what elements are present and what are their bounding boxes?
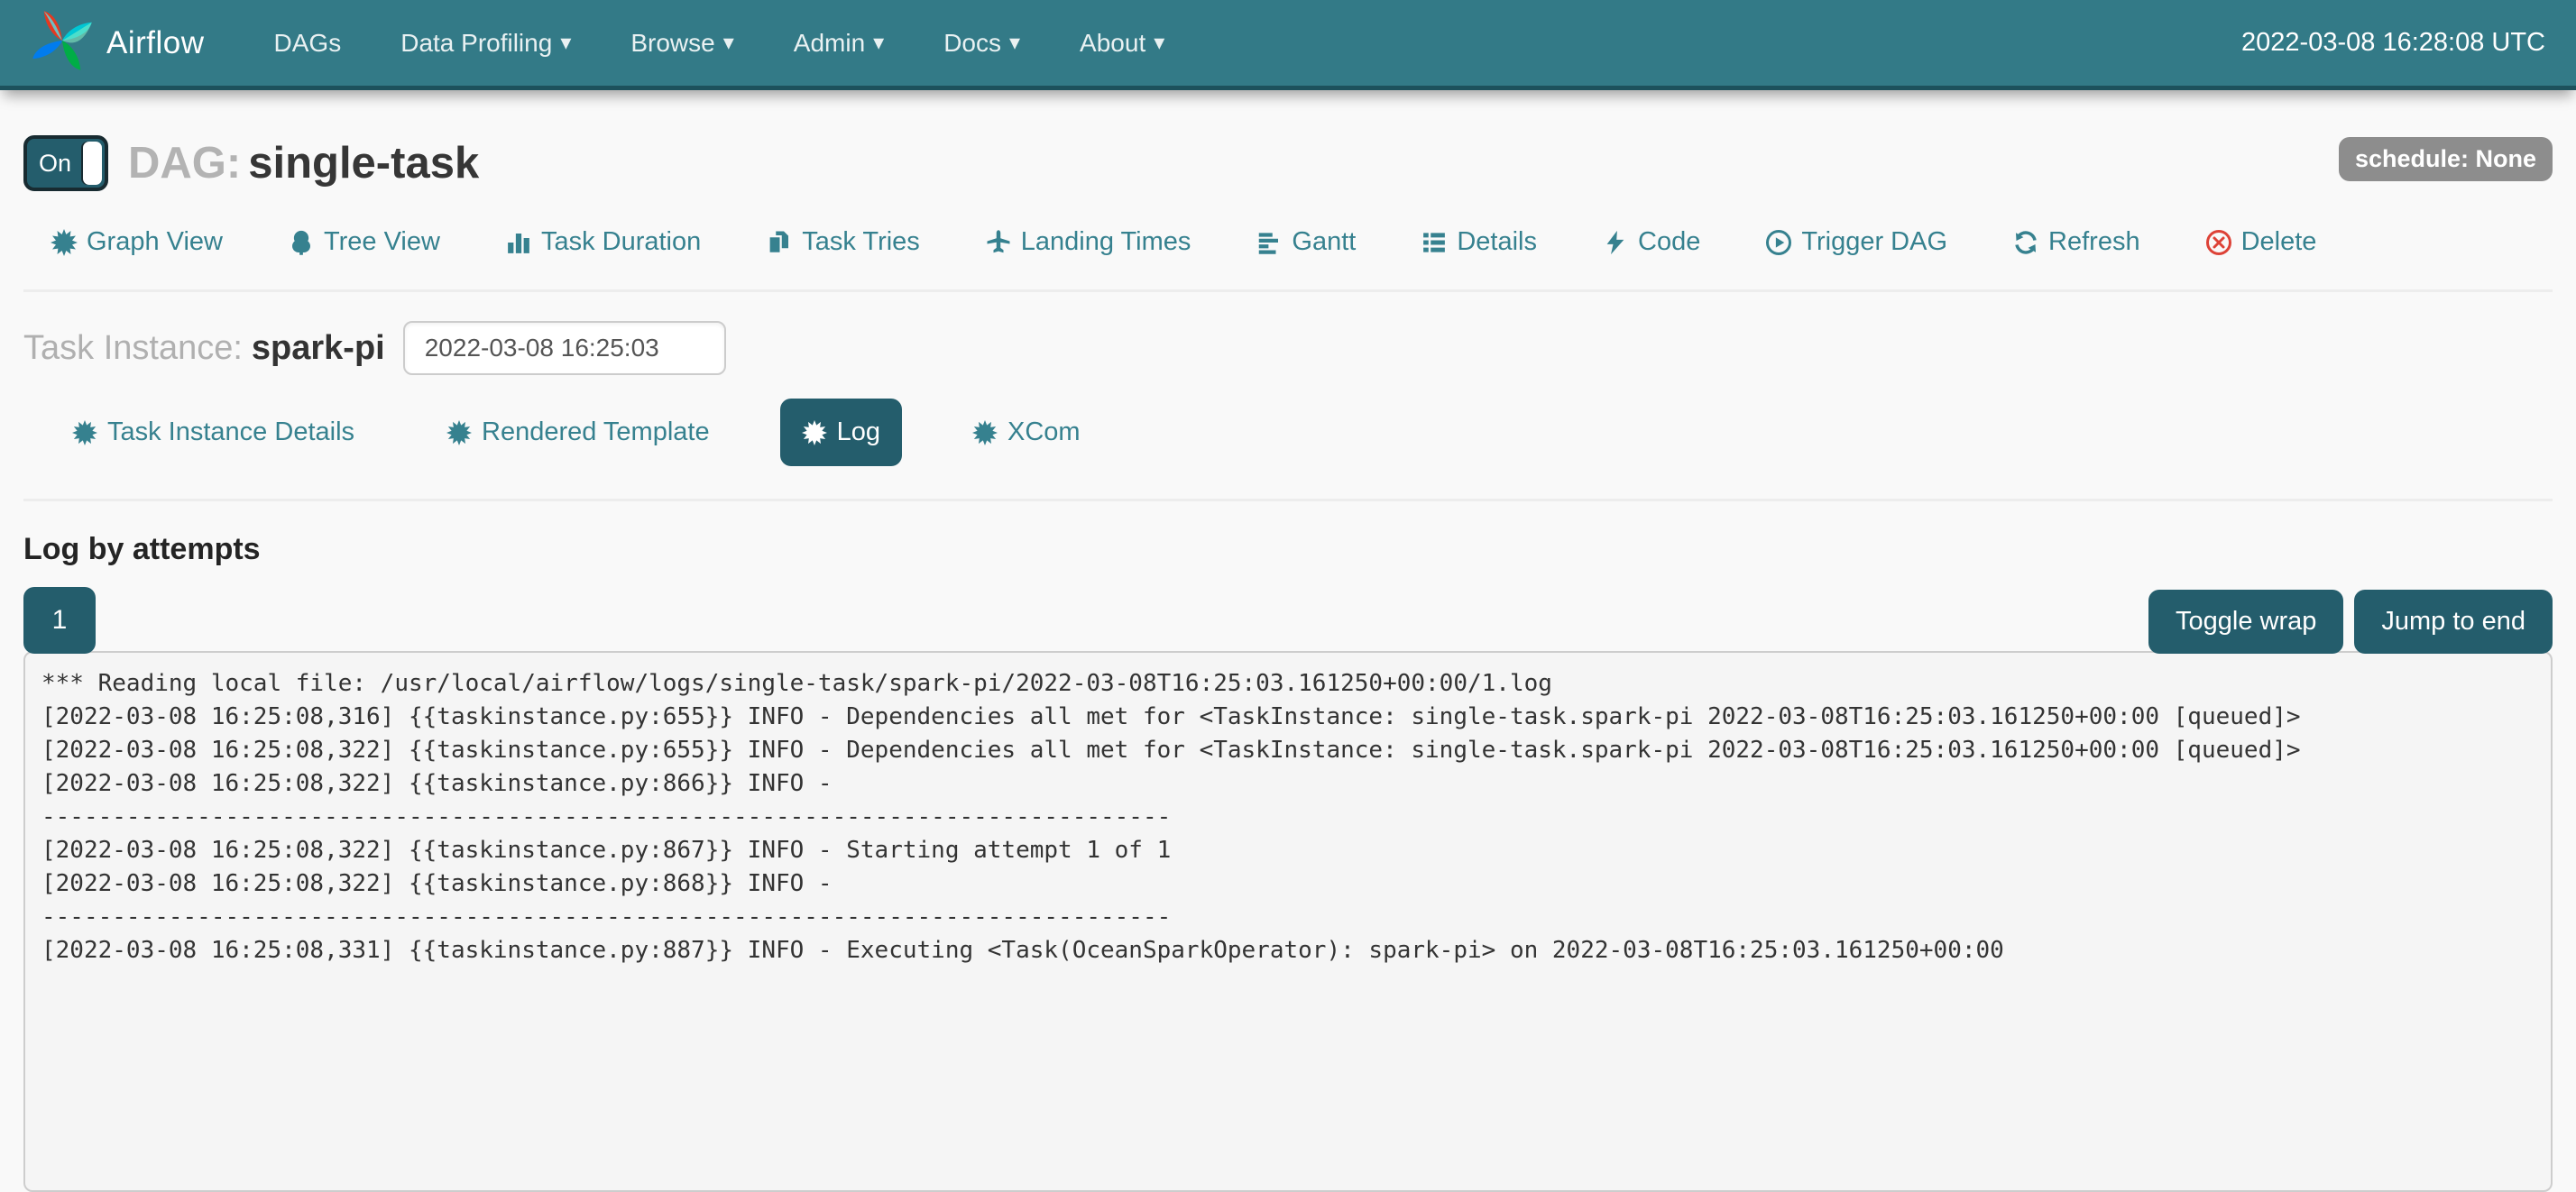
button-label: Task Instance Details <box>107 417 354 447</box>
view-link-trigger-dag[interactable]: Trigger DAG <box>1765 227 1947 257</box>
button-label: Rendered Template <box>482 417 710 447</box>
attempt-1-tab[interactable]: 1 <box>23 587 96 654</box>
nav-item-label: Docs <box>943 29 1001 58</box>
remove-circle-icon <box>2205 229 2232 256</box>
log-line: [2022-03-08 16:25:08,322] {{taskinstance… <box>41 867 2535 901</box>
view-link-label: Refresh <box>2048 227 2140 257</box>
rendered-template-button[interactable]: Rendered Template <box>425 399 731 466</box>
view-link-label: Gantt <box>1292 227 1356 257</box>
nav-item-label: Data Profiling <box>400 29 552 58</box>
certificate-icon <box>51 229 78 256</box>
view-link-graph-view[interactable]: Graph View <box>51 227 223 257</box>
align-left-icon <box>1256 229 1283 256</box>
log-line: [2022-03-08 16:25:08,316] {{taskinstance… <box>41 701 2535 734</box>
log-line: [2022-03-08 16:25:08,322] {{taskinstance… <box>41 734 2535 767</box>
view-link-label: Task Duration <box>541 227 701 257</box>
toggle-wrap-button[interactable]: Toggle wrap <box>2148 590 2343 654</box>
log-output[interactable]: *** Reading local file: /usr/local/airfl… <box>23 651 2553 1192</box>
list-icon <box>1421 229 1448 256</box>
xcom-button[interactable]: XCom <box>951 399 1102 466</box>
certificate-icon <box>72 420 97 445</box>
dag-pause-toggle[interactable]: On <box>23 135 108 191</box>
schedule-badge: schedule: None <box>2339 137 2553 181</box>
view-link-label: Task Tries <box>802 227 920 257</box>
plane-icon <box>985 229 1012 256</box>
log-by-attempts-heading: Log by attempts <box>23 532 2553 567</box>
view-link-label: Details <box>1457 227 1537 257</box>
chevron-down-icon: ▾ <box>723 32 734 54</box>
nav-menu: DAGs Data Profiling ▾ Browse ▾ Admin ▾ D… <box>244 0 1195 86</box>
dag-header: On DAG:single-task schedule: None <box>23 135 2553 191</box>
certificate-icon <box>972 420 998 445</box>
view-link-label: Code <box>1638 227 1700 257</box>
nav-item-about[interactable]: About ▾ <box>1050 0 1194 86</box>
log-line: [2022-03-08 16:25:08,331] {{taskinstance… <box>41 934 2535 967</box>
nav-item-data-profiling[interactable]: Data Profiling ▾ <box>371 0 601 86</box>
log-line: [2022-03-08 16:25:08,322] {{taskinstance… <box>41 834 2535 867</box>
log-toolbar: 1 Toggle wrap Jump to end <box>23 587 2553 654</box>
nav-item-label: About <box>1080 29 1145 58</box>
utc-clock: 2022-03-08 16:28:08 UTC <box>2241 28 2549 58</box>
chevron-down-icon: ▾ <box>560 32 571 54</box>
chevron-down-icon: ▾ <box>1154 32 1164 54</box>
airflow-logo-icon <box>27 5 97 80</box>
task-instance-header: Task Instance: spark-pi <box>23 321 2553 375</box>
button-label: XCom <box>1007 417 1081 447</box>
view-link-delete[interactable]: Delete <box>2205 227 2317 257</box>
log-line: *** Reading local file: /usr/local/airfl… <box>41 667 2535 701</box>
nav-item-browse[interactable]: Browse ▾ <box>601 0 763 86</box>
divider <box>23 289 2553 292</box>
jump-to-end-button[interactable]: Jump to end <box>2354 590 2553 654</box>
dag-name: single-task <box>248 139 479 188</box>
task-instance-label: Task Instance: <box>23 329 243 368</box>
chevron-down-icon: ▾ <box>1009 32 1020 54</box>
view-link-label: Graph View <box>87 227 223 257</box>
nav-item-docs[interactable]: Docs ▾ <box>914 0 1050 86</box>
view-link-label: Landing Times <box>1021 227 1191 257</box>
nav-item-label: DAGs <box>274 29 342 58</box>
nav-item-label: Browse <box>630 29 714 58</box>
toggle-knob <box>83 142 102 185</box>
log-line: [2022-03-08 16:25:08,322] {{taskinstance… <box>41 767 2535 801</box>
view-link-task-tries[interactable]: Task Tries <box>766 227 920 257</box>
view-link-task-duration[interactable]: Task Duration <box>505 227 701 257</box>
view-link-landing-times[interactable]: Landing Times <box>985 227 1191 257</box>
divider <box>23 499 2553 501</box>
view-link-label: Trigger DAG <box>1801 227 1947 257</box>
play-circle-icon <box>1765 229 1792 256</box>
log-line: ----------------------------------------… <box>41 801 2535 834</box>
refresh-icon <box>2012 229 2039 256</box>
bolt-icon <box>1602 229 1629 256</box>
certificate-icon <box>446 420 472 445</box>
bar-chart-icon <box>505 229 532 256</box>
task-instance-name: spark-pi <box>252 329 385 368</box>
toggle-on-label: On <box>27 150 71 178</box>
view-link-label: Delete <box>2241 227 2317 257</box>
page-title: DAG:single-task <box>128 138 479 188</box>
tree-icon <box>288 229 315 256</box>
view-link-code[interactable]: Code <box>1602 227 1700 257</box>
view-link-tree-view[interactable]: Tree View <box>288 227 440 257</box>
chevron-down-icon: ▾ <box>873 32 884 54</box>
brand-name: Airflow <box>106 25 205 61</box>
nav-item-label: Admin <box>794 29 865 58</box>
execution-date-input[interactable] <box>403 321 726 375</box>
log-line: ----------------------------------------… <box>41 901 2535 934</box>
view-link-gantt[interactable]: Gantt <box>1256 227 1356 257</box>
navbar: Airflow DAGs Data Profiling ▾ Browse ▾ A… <box>0 0 2576 90</box>
copy-icon <box>766 229 793 256</box>
airflow-brand-link[interactable]: Airflow <box>27 5 205 80</box>
task-instance-details-button[interactable]: Task Instance Details <box>51 399 376 466</box>
view-link-refresh[interactable]: Refresh <box>2012 227 2140 257</box>
view-link-details[interactable]: Details <box>1421 227 1537 257</box>
certificate-icon <box>802 420 827 445</box>
nav-item-admin[interactable]: Admin ▾ <box>764 0 914 86</box>
nav-item-dags[interactable]: DAGs <box>244 0 372 86</box>
dag-title-prefix: DAG: <box>128 139 241 188</box>
button-label: Log <box>837 417 880 447</box>
task-instance-tabs: Task Instance Details Rendered Template … <box>51 399 2553 466</box>
dag-view-links: Graph View Tree View Task Duration <box>51 227 2553 257</box>
view-link-label: Tree View <box>324 227 440 257</box>
log-button[interactable]: Log <box>780 399 902 466</box>
